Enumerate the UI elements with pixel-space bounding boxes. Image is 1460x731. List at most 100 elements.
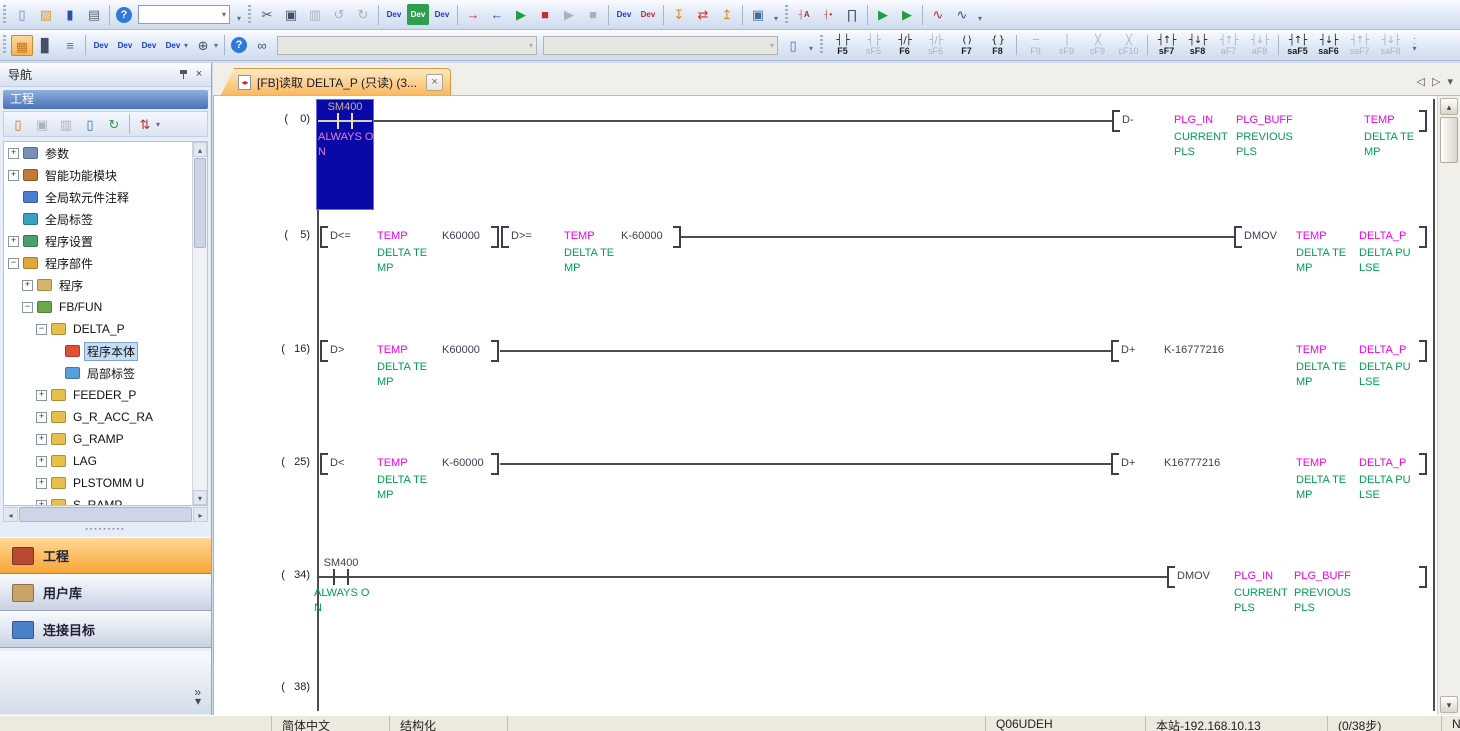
instruction-text[interactable]: D<= (330, 229, 351, 243)
ladder-coil-button[interactable]: ( )F7 (951, 32, 982, 59)
buffer-memory-monitor-icon[interactable]: Dev (637, 4, 659, 25)
close-panel-icon[interactable]: × (191, 67, 207, 82)
tree-item-program-setting[interactable]: +程序设置 (4, 230, 207, 252)
ladder-closed-contact-button[interactable]: ┤/├F6 (889, 32, 920, 59)
tree-item-lag[interactable]: +LAG (4, 450, 207, 472)
scroll-right-icon[interactable]: ▸ (193, 507, 208, 522)
operand-device-label[interactable]: TEMP (1296, 456, 1327, 470)
device-find-icon[interactable]: ⊕ (192, 35, 214, 56)
toolbar-grip[interactable] (785, 5, 788, 25)
tree-item-intelligent-module[interactable]: +智能功能模块 (4, 164, 207, 186)
tab-fb-delta-p[interactable]: ◂▸ [FB]读取 DELTA_P (只读) (3... × (221, 68, 451, 95)
instruction-text[interactable]: K60000 (442, 343, 480, 357)
tree-item-delta-p[interactable]: −DELTA_P (4, 318, 207, 340)
instruction-text[interactable]: D- (1122, 113, 1134, 127)
refresh-view-icon[interactable]: ↻ (103, 114, 125, 135)
open-project-icon[interactable]: ▨ (35, 4, 57, 25)
operand-device-label[interactable]: PLG_IN (1234, 569, 1273, 583)
tree-item-feeder-p[interactable]: +FEEDER_P (4, 384, 207, 406)
view-project-button[interactable]: 工程 (0, 537, 211, 574)
expand-icon[interactable]: + (36, 500, 47, 507)
property-icon[interactable]: ▯ (79, 114, 101, 135)
operand-device-label[interactable]: TEMP (377, 343, 408, 357)
operand-device-label[interactable]: TEMP (1364, 113, 1395, 127)
save-project-icon[interactable]: ▮ (59, 4, 81, 25)
start-monitor-icon[interactable]: ▶ (510, 4, 532, 25)
tree-item-fb-fun[interactable]: −FB/FUN (4, 296, 207, 318)
operand-device-label[interactable]: DELTA_P (1359, 343, 1406, 357)
view-selector-more-button[interactable]: »▾ (0, 651, 211, 714)
instruction-text[interactable]: D> (330, 343, 344, 357)
scrollbar-thumb[interactable] (194, 158, 206, 248)
tree-item-local-label[interactable]: 局部标签 (4, 362, 207, 384)
navigation-window-icon[interactable]: ▦ (11, 35, 33, 56)
ladder-open-contact-button[interactable]: ┤ ├F5 (827, 32, 858, 59)
print-icon[interactable]: ▤ (83, 4, 105, 25)
editor-vertical-scrollbar[interactable]: ▴ ▾ (1437, 96, 1460, 715)
find-next-icon[interactable]: ▯ (782, 35, 804, 56)
open-contact-symbol[interactable] (333, 569, 335, 585)
collapse-icon[interactable]: − (36, 324, 47, 335)
view-connection-button[interactable]: 连接目标 (0, 611, 211, 648)
tree-item-program[interactable]: +程序 (4, 274, 207, 296)
collapse-icon[interactable]: − (22, 302, 33, 313)
operand-device-label[interactable]: PLG_BUFF (1294, 569, 1351, 583)
expand-icon[interactable]: + (36, 390, 47, 401)
operand-device-label[interactable]: PLG_BUFF (1236, 113, 1293, 127)
toolbar-grip[interactable] (3, 35, 6, 55)
tree-item-s-ramp[interactable]: +S_RAMP (4, 494, 207, 506)
device-comment-display-icon[interactable]: Dev (90, 35, 112, 56)
open-contact-symbol[interactable] (347, 569, 349, 585)
scroll-down-icon[interactable]: ▾ (193, 490, 207, 505)
operand-device-label[interactable]: DELTA_P (1359, 456, 1406, 470)
combo-dropdown-icon[interactable]: ▾ (222, 10, 226, 19)
tab-scroll-left-icon[interactable]: ◁ (1417, 75, 1425, 88)
panel-splitter[interactable] (0, 523, 211, 536)
help-icon-2[interactable]: ? (231, 37, 247, 53)
instruction-text[interactable]: D>= (511, 229, 532, 243)
expand-icon[interactable]: + (8, 236, 19, 247)
scroll-up-icon[interactable]: ▴ (193, 142, 207, 157)
tab-menu-icon[interactable]: ▾ (1447, 75, 1453, 88)
statement-display-icon[interactable]: Dev (114, 35, 136, 56)
scrollbar-thumb[interactable] (1440, 117, 1458, 163)
instruction-text[interactable]: K16777216 (1164, 456, 1220, 470)
close-tab-icon[interactable]: × (426, 74, 443, 91)
output-window-icon[interactable]: ≡ (59, 35, 81, 56)
operand-device-label[interactable]: TEMP (377, 456, 408, 470)
ladder-falling-pulse-button[interactable]: ┤↓├sF8 (1182, 32, 1213, 59)
device-memory-edit-icon[interactable]: Dev (431, 4, 453, 25)
help-icon[interactable]: ? (116, 7, 132, 23)
expand-icon[interactable]: + (8, 170, 19, 181)
ladder-application-instruction-button[interactable]: { }F8 (982, 32, 1013, 59)
tree-item-global-device-comment[interactable]: 全局软元件注释 (4, 186, 207, 208)
toolbar-grip[interactable] (248, 5, 251, 25)
ladder-rising-pulse-button[interactable]: ┤↑├sF7 (1151, 32, 1182, 59)
note-display-icon[interactable]: Dev (138, 35, 160, 56)
instruction-text[interactable]: DMOV (1244, 229, 1277, 243)
remote-operation-icon[interactable]: ▣ (747, 4, 769, 25)
trend-graph-icon[interactable]: ∿ (927, 4, 949, 25)
instruction-text[interactable]: D+ (1121, 456, 1135, 470)
toolbar-overflow-icon[interactable]: ▾ (974, 5, 986, 25)
add-new-item-icon[interactable]: ▯ (7, 114, 29, 135)
scan-time-measure-icon[interactable]: ▶ (872, 4, 894, 25)
ladder-editor[interactable]: ( 0)SM400ALWAYS OND-PLG_INCURRENTPLSPLG_… (213, 96, 1437, 715)
device-monitor-window-icon[interactable]: Dev (407, 4, 429, 25)
device-display-dropdown-icon[interactable]: ▾ (184, 41, 188, 50)
operand-device-label[interactable]: TEMP (564, 229, 595, 243)
view-user-library-button[interactable]: 用户库 (0, 574, 211, 611)
element-selection-window-icon[interactable]: ▊ (35, 35, 57, 56)
instruction-text[interactable]: K-60000 (442, 456, 484, 470)
instruction-text[interactable]: D< (330, 456, 344, 470)
instruction-text[interactable]: K-16777216 (1164, 343, 1224, 357)
instruction-text[interactable]: K60000 (442, 229, 480, 243)
expand-icon[interactable]: + (36, 478, 47, 489)
program-list-monitor-icon[interactable]: ▶ (896, 4, 918, 25)
toolbar-overflow-icon[interactable]: ▾ (770, 5, 782, 25)
operand-device-label[interactable]: DELTA_P (1359, 229, 1406, 243)
expand-icon[interactable]: + (8, 148, 19, 159)
expand-icon[interactable]: + (36, 412, 47, 423)
device-find-dropdown-icon[interactable]: ▾ (214, 41, 218, 50)
expand-icon[interactable]: + (22, 280, 33, 291)
